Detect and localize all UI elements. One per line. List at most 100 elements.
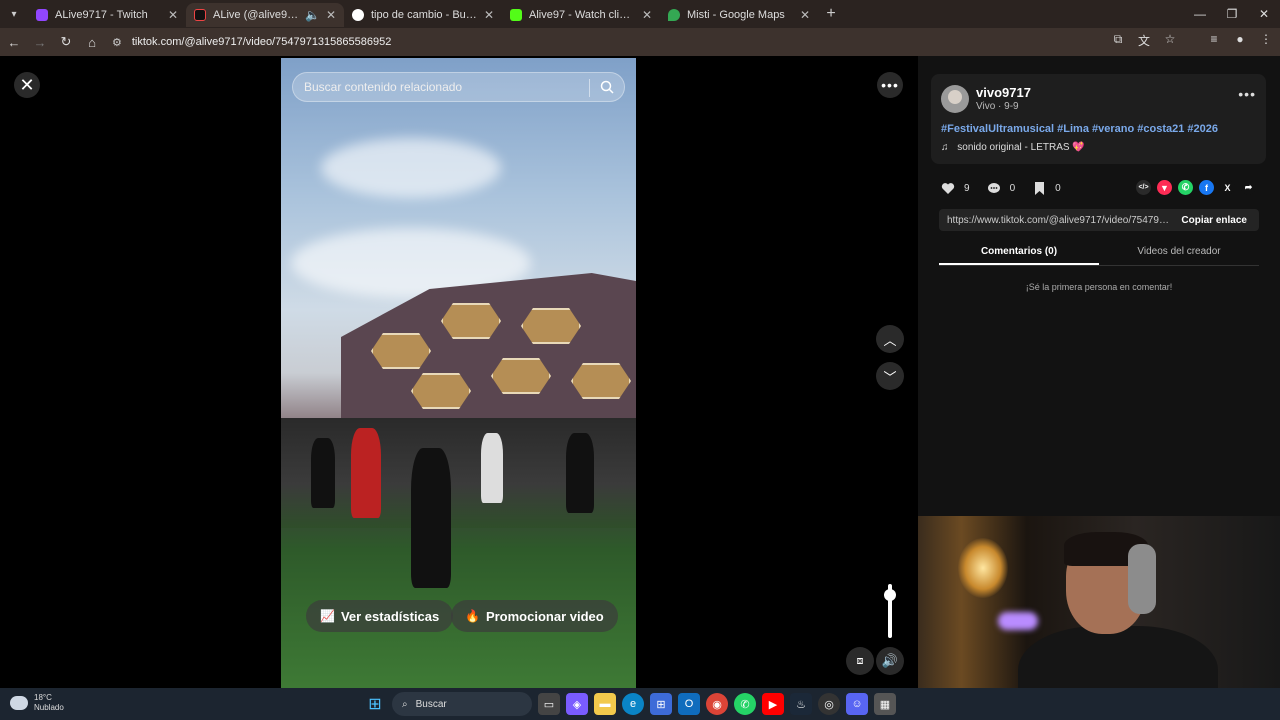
like-count: 9 xyxy=(964,182,970,194)
video-player[interactable]: Buscar contenido relacionado 📈 Ver estad… xyxy=(281,58,636,688)
browser-tab-google[interactable]: tipo de cambio - Buscar con Google ✕ xyxy=(344,3,502,27)
edge-icon[interactable]: e xyxy=(622,693,644,715)
music-note-icon: ♫ xyxy=(941,142,949,153)
discord-icon[interactable]: ☺ xyxy=(846,693,868,715)
home-icon[interactable]: ⌂ xyxy=(80,35,104,50)
more-options-icon[interactable]: ••• xyxy=(1238,86,1256,102)
cloud-icon xyxy=(10,696,28,710)
url-bar[interactable]: ⚙ tiktok.com/@alive9717/video/7547971315… xyxy=(104,31,1124,53)
toolbar-actions: ⧉ 文 ☆ ≡ ● ⋮ xyxy=(1110,32,1274,49)
tab-comments[interactable]: Comentarios (0) xyxy=(939,242,1099,265)
comment-button[interactable]: 0 xyxy=(986,180,1015,196)
browser-tab-kick[interactable]: Alive97 - Watch clips on Kick ✕ xyxy=(502,3,660,27)
new-tab-button[interactable]: + xyxy=(818,5,844,23)
picture-in-picture-icon: ⧈ xyxy=(856,654,864,667)
next-video-button[interactable]: ﹀ xyxy=(876,362,904,390)
tab-audio-icon[interactable]: 🔈 xyxy=(305,8,320,22)
previous-video-button[interactable]: ︿ xyxy=(876,325,904,353)
taskbar-search-label: Buscar xyxy=(415,698,447,710)
volume-slider-handle[interactable] xyxy=(884,588,896,601)
taskbar-search[interactable]: ⌕ Buscar xyxy=(392,692,532,716)
pip-button[interactable]: ⧈ xyxy=(846,647,874,675)
maps-favicon-icon xyxy=(668,9,680,21)
video-link-row: https://www.tiktok.com/@alive9717/video/… xyxy=(939,209,1259,231)
reading-list-icon[interactable]: ≡ xyxy=(1206,32,1222,49)
profile-icon[interactable]: ● xyxy=(1232,32,1248,49)
chevron-down-icon: ﹀ xyxy=(883,369,897,385)
restore-icon[interactable]: ❐ xyxy=(1216,0,1248,28)
tab-title: ALive9717 - Twitch xyxy=(55,9,148,21)
tab-close-icon[interactable]: ✕ xyxy=(168,8,178,22)
tab-close-icon[interactable]: ✕ xyxy=(484,8,494,22)
steam-icon[interactable]: ♨ xyxy=(790,693,812,715)
weather-widget[interactable]: 18°C Nublado xyxy=(10,693,64,713)
speaker-icon: 🔊 xyxy=(881,653,899,668)
minimize-icon[interactable]: — xyxy=(1184,0,1216,28)
windows-start-icon[interactable]: ⊞ xyxy=(364,693,386,715)
store-icon[interactable]: ⊞ xyxy=(650,693,672,715)
outlook-icon[interactable]: O xyxy=(678,693,700,715)
username[interactable]: vivo9717 xyxy=(976,85,1031,100)
avatar[interactable] xyxy=(941,85,969,113)
related-search-input[interactable]: Buscar contenido relacionado xyxy=(292,72,625,102)
tab-close-icon[interactable]: ✕ xyxy=(642,8,652,22)
hashtags[interactable]: #FestivalUltramusical #Lima #verano #cos… xyxy=(941,123,1218,135)
youtube-icon[interactable]: ▶ xyxy=(762,693,784,715)
tab-close-icon[interactable]: ✕ xyxy=(326,8,336,22)
copy-link-button[interactable]: Copiar enlace xyxy=(1169,215,1259,226)
tab-creator-videos[interactable]: Videos del creador xyxy=(1099,242,1259,265)
obs-icon[interactable]: ◎ xyxy=(818,693,840,715)
google-favicon-icon xyxy=(352,9,364,21)
url-text: tiktok.com/@alive9717/video/754797131586… xyxy=(131,36,392,48)
weather-condition: Nublado xyxy=(34,703,64,712)
video-stage: ✕ Buscar contenido relacionado 📈 Ver est… xyxy=(0,56,918,688)
install-app-icon[interactable]: ⧉ xyxy=(1110,32,1126,49)
like-button[interactable]: 9 xyxy=(940,180,970,196)
site-info-icon[interactable]: ⚙ xyxy=(112,36,122,49)
view-stats-button[interactable]: 📈 Ver estadísticas xyxy=(306,600,454,632)
crowd-image xyxy=(281,418,636,588)
empty-comments-message: ¡Sé la primera persona en comentar! xyxy=(1025,282,1173,292)
tab-title: Misti - Google Maps xyxy=(687,9,785,21)
whatsapp-icon[interactable]: ✆ xyxy=(1178,180,1193,195)
chevron-up-icon: ︿ xyxy=(883,332,897,348)
browser-tab-maps[interactable]: Misti - Google Maps ✕ xyxy=(660,3,818,27)
browser-tab-twitch[interactable]: ALive9717 - Twitch ✕ xyxy=(28,3,186,27)
tab-search-dropdown-icon[interactable]: ▾ xyxy=(0,0,28,28)
bookmark-star-icon[interactable]: ☆ xyxy=(1162,32,1178,49)
copilot-icon[interactable]: ◈ xyxy=(566,693,588,715)
share-arrow-icon[interactable]: ➦ xyxy=(1241,180,1256,195)
sound-link[interactable]: ♫ sonido original - LETRAS 💖 xyxy=(941,142,1085,153)
share-options: </> ▼ ✆ f X ➦ xyxy=(1136,180,1256,195)
close-window-icon[interactable]: ✕ xyxy=(1248,0,1280,28)
video-link[interactable]: https://www.tiktok.com/@alive9717/video/… xyxy=(939,215,1169,226)
bookmark-icon xyxy=(1031,180,1047,196)
translate-icon[interactable]: 文 xyxy=(1136,32,1152,49)
mute-button[interactable]: 🔊 xyxy=(876,647,904,675)
search-icon[interactable] xyxy=(600,80,614,94)
calculator-icon[interactable]: ▦ xyxy=(874,693,896,715)
repost-icon[interactable]: ▼ xyxy=(1157,180,1172,195)
facebook-icon[interactable]: f xyxy=(1199,180,1214,195)
browser-menu-icon[interactable]: ⋮ xyxy=(1258,32,1274,49)
browser-tab-tiktok[interactable]: ALive (@alive9717) | TikTok 🔈 ✕ xyxy=(186,3,344,27)
file-explorer-icon[interactable]: ▬ xyxy=(594,693,616,715)
task-view-icon[interactable]: ▭ xyxy=(538,693,560,715)
kick-favicon-icon xyxy=(510,9,522,21)
x-twitter-icon[interactable]: X xyxy=(1220,180,1235,195)
whatsapp-app-icon[interactable]: ✆ xyxy=(734,693,756,715)
back-icon[interactable]: ← xyxy=(2,35,26,50)
promote-video-button[interactable]: 🔥 Promocionar video xyxy=(451,600,618,632)
temperature: 18°C xyxy=(34,693,52,702)
save-button[interactable]: 0 xyxy=(1031,180,1061,196)
more-options-button[interactable]: ••• xyxy=(877,72,903,98)
comment-icon xyxy=(986,180,1002,196)
close-video-button[interactable]: ✕ xyxy=(14,72,40,98)
forward-icon[interactable]: → xyxy=(28,35,52,50)
embed-icon[interactable]: </> xyxy=(1136,180,1151,195)
reload-icon[interactable]: ↻ xyxy=(54,34,78,50)
heart-icon xyxy=(940,180,956,196)
chrome-icon[interactable]: ◉ xyxy=(706,693,728,715)
tab-close-icon[interactable]: ✕ xyxy=(800,8,810,22)
engagement-actions: 9 0 0 xyxy=(940,180,1077,196)
